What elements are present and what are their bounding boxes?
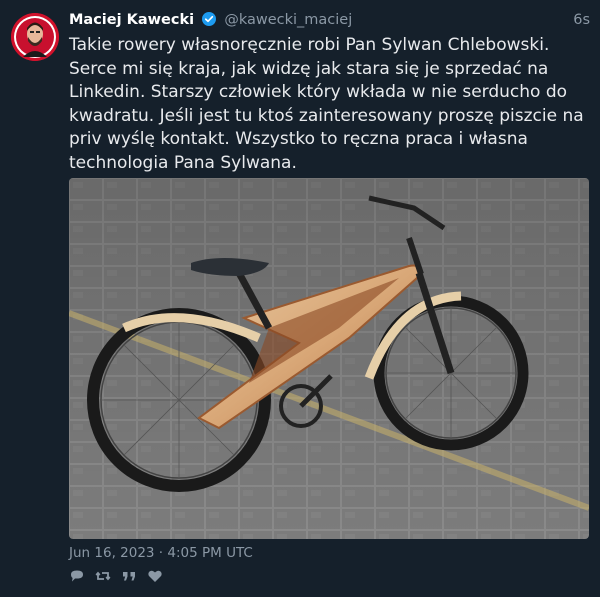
retweet-icon[interactable] [95, 568, 111, 584]
tweet-actions [69, 568, 163, 584]
avatar[interactable] [11, 13, 59, 61]
tweet-body: Takie rowery własnoręcznie robi Pan Sylw… [69, 35, 584, 173]
bicycle-photo [69, 178, 589, 539]
quote-icon[interactable] [121, 568, 137, 584]
relative-time[interactable]: 6s [573, 10, 590, 30]
author-handle[interactable]: @kawecki_maciej [224, 12, 352, 28]
tweet: Maciej Kawecki @kawecki_maciej 6s Takie … [0, 0, 600, 597]
tweet-text: Takie rowery własnoręcznie robi Pan Sylw… [69, 34, 584, 176]
heart-icon[interactable] [147, 568, 163, 584]
reply-icon[interactable] [69, 568, 85, 584]
avatar-image [11, 13, 59, 61]
author-name[interactable]: Maciej Kawecki [69, 12, 194, 28]
tweet-date[interactable]: Jun 16, 2023 · 4:05 PM UTC [69, 545, 253, 561]
verified-badge-icon [201, 12, 216, 26]
tweet-media[interactable] [69, 178, 589, 539]
tweet-header: Maciej Kawecki @kawecki_maciej 6s [69, 10, 590, 30]
